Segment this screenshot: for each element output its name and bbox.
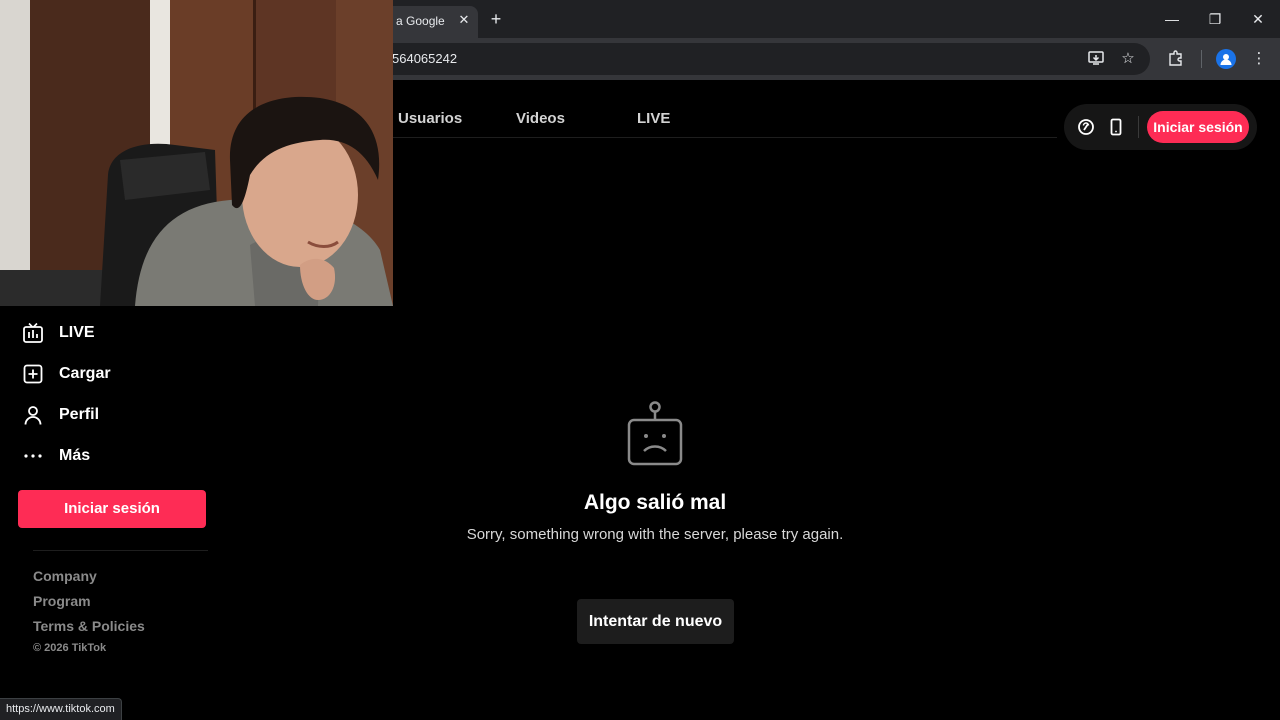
header-actions: Iniciar sesión [1064,104,1257,150]
tab-live[interactable]: LIVE [637,110,670,127]
bookmark-star-icon[interactable]: ☆ [1118,49,1138,69]
extensions-puzzle-icon[interactable] [1166,49,1186,69]
tab-close-icon[interactable]: ✕ [456,12,472,28]
toolbar-divider [1201,50,1202,68]
error-message: Sorry, something wrong with the server, … [466,526,844,543]
browser-menu-icon[interactable]: ⋮ [1249,49,1269,69]
webcam-overlay [0,0,393,306]
new-tab-icon[interactable]: + [486,9,506,29]
sidebar-item-label: LIVE [59,324,95,341]
address-bar[interactable]: 564065242 ☆ [360,43,1150,75]
upload-plus-icon [22,363,44,385]
sidebar-item-label: Perfil [59,406,100,423]
retry-button[interactable]: Intentar de nuevo [577,599,734,644]
profile-avatar-icon[interactable] [1216,49,1236,69]
mobile-app-icon[interactable] [1105,116,1127,138]
address-url[interactable]: 564065242 [392,51,457,66]
error-title: Algo salió mal [583,491,727,514]
sidebar-item-label: Cargar [59,365,111,382]
webcam-feed-image [0,0,393,306]
sad-robot-icon [625,400,685,468]
tabs-divider [392,137,1057,138]
sidebar-item-mas[interactable]: Más [18,438,218,474]
close-window-icon[interactable]: ✕ [1243,4,1273,34]
sidebar-item-label: Más [59,447,91,464]
copyright: © 2026 TikTok [33,642,107,654]
status-bar-url: https://www.tiktok.com [0,698,122,720]
coins-icon[interactable] [1075,116,1097,138]
person-icon [22,404,44,426]
tab-videos[interactable]: Videos [516,110,565,127]
footer-link-terms[interactable]: Terms & Policies [33,618,145,634]
footer-link-program[interactable]: Program [33,593,91,609]
install-app-icon[interactable] [1086,49,1106,69]
more-dots-icon [22,445,44,467]
sidebar-divider [33,550,208,551]
restore-icon[interactable]: ❐ [1200,4,1230,34]
footer-link-company[interactable]: Company [33,568,97,584]
live-tv-icon [22,322,44,344]
sidebar-item-cargar[interactable]: Cargar [18,356,218,392]
sidebar-item-perfil[interactable]: Perfil [18,397,218,433]
tab-usuarios[interactable]: Usuarios [398,110,462,127]
header-actions-divider [1138,116,1139,138]
header-login-button[interactable]: Iniciar sesión [1147,111,1249,143]
sidebar-item-live[interactable]: LIVE [18,315,218,351]
minimize-icon[interactable]: — [1157,4,1187,34]
tab-title: a Google [396,14,445,28]
